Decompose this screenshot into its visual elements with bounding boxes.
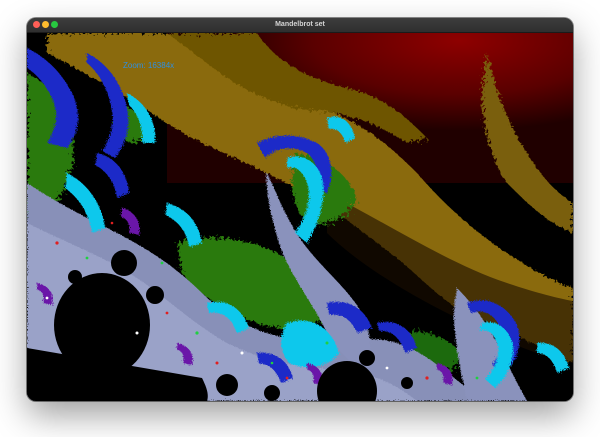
title-bar[interactable]: Mandelbrot set [27, 18, 573, 33]
window-title: Mandelbrot set [275, 21, 325, 28]
fractal-canvas[interactable] [27, 33, 573, 401]
app-window: Mandelbrot set Zoom: 16384x [27, 18, 573, 401]
zoom-level-label: Zoom: 16384x [123, 61, 175, 70]
mandelbrot-render [27, 33, 573, 401]
